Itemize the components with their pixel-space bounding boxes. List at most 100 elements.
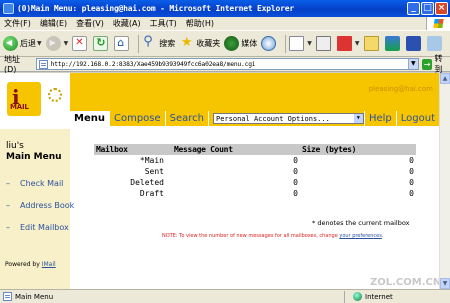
go-label: 转到 <box>434 54 443 74</box>
current-mailbox-note: * denotes the current mailbox <box>312 219 410 227</box>
menu-view[interactable]: 查看(V) <box>76 18 104 29</box>
refresh-button[interactable] <box>93 36 110 51</box>
go-button[interactable]: → 转到 <box>421 53 450 75</box>
search-icon <box>142 34 157 51</box>
print-icon <box>315 36 331 51</box>
research-icon <box>405 36 421 51</box>
edit-dropdown-icon[interactable]: ▼ <box>355 40 360 47</box>
folder-button[interactable] <box>363 36 381 51</box>
menu-help[interactable]: 帮助(H) <box>186 18 214 29</box>
column-header-message-count: Message Count <box>172 144 300 155</box>
mailbox-name[interactable]: *Main <box>94 155 172 166</box>
watermark: ZOL.COM.CN <box>370 277 439 288</box>
address-bar: 地址(D) http://192.168.0.2:8383/Xae459b939… <box>0 54 450 74</box>
favorites-button[interactable]: ★ 收藏夹 <box>179 36 220 51</box>
stop-button[interactable] <box>72 36 89 51</box>
address-url[interactable]: http://192.168.0.2:8383/Xae459b9393949fc… <box>51 61 408 68</box>
scroll-up-icon[interactable]: ▲ <box>440 73 450 84</box>
logo-text: MAIL <box>10 103 29 111</box>
logo-area: i MAIL <box>0 73 70 129</box>
address-label: 地址(D) <box>4 55 20 74</box>
mailbox-name[interactable]: Draft <box>94 188 172 199</box>
tab-search[interactable]: Search <box>165 111 210 126</box>
bullet-dash: – <box>6 179 10 188</box>
mail-dropdown-icon[interactable]: ▼ <box>307 40 312 47</box>
history-button[interactable] <box>261 36 278 51</box>
edit-button[interactable]: ▼ <box>336 36 360 51</box>
forward-dropdown-icon[interactable]: ▼ <box>64 40 69 47</box>
history-icon <box>261 36 277 51</box>
home-button[interactable] <box>114 36 131 51</box>
imail-link[interactable]: IMail <box>42 261 56 268</box>
tab-menu[interactable]: Menu <box>70 111 110 126</box>
mailbox-name[interactable]: Deleted <box>94 177 172 188</box>
scroll-down-icon[interactable]: ▼ <box>440 278 450 289</box>
search-button[interactable]: 搜索 <box>142 34 176 51</box>
table-row[interactable]: Draft 0 0 <box>94 188 416 199</box>
table-row[interactable]: *Main 0 0 <box>94 155 416 166</box>
page-content: i MAIL pleasing@hai.com Menu Compose Sea… <box>0 73 439 289</box>
message-count: 0 <box>293 178 298 187</box>
extra-button[interactable] <box>426 36 444 51</box>
mail-icon <box>289 36 305 51</box>
message-count: 0 <box>293 189 298 198</box>
vertical-scrollbar[interactable]: ▲ ▼ <box>439 73 450 289</box>
mailbox-size: 0 <box>409 167 414 176</box>
note-suffix: . <box>381 233 384 239</box>
edit-icon <box>336 36 352 51</box>
back-button[interactable]: 后退 ▼ <box>3 36 42 51</box>
header-band: pleasing@hai.com <box>70 73 439 111</box>
security-zone: Internet <box>345 292 393 301</box>
window-title-bar: (0)Main Menu: pleasing@hai.com - Microso… <box>0 0 450 17</box>
mailbox-name[interactable]: Sent <box>94 166 172 177</box>
tab-logout[interactable]: Logout <box>395 111 439 126</box>
back-label: 后退 <box>20 39 36 48</box>
table-row[interactable]: Deleted 0 0 <box>94 177 416 188</box>
powered-by: Powered by IMail <box>5 261 56 268</box>
toolbar-separator <box>138 34 140 53</box>
address-dropdown-icon[interactable]: ▼ <box>407 59 418 69</box>
media-icon <box>224 36 240 51</box>
bullet-dash: – <box>6 201 10 210</box>
internet-globe-icon <box>353 292 362 301</box>
chevron-down-icon: ▼ <box>353 114 363 123</box>
address-input[interactable]: http://192.168.0.2:8383/Xae459b9393949fc… <box>35 58 419 70</box>
close-button[interactable]: × <box>435 2 448 15</box>
window-title: (0)Main Menu: pleasing@hai.com - Microso… <box>17 4 294 13</box>
message-count: 0 <box>293 167 298 176</box>
page-icon <box>38 59 48 69</box>
sidebar-item-address-book[interactable]: – Address Book <box>6 201 74 211</box>
toolbar-separator <box>285 34 287 53</box>
menu-edit[interactable]: 编辑(E) <box>40 18 67 29</box>
menu-favorites[interactable]: 收藏(A) <box>113 18 141 29</box>
media-button[interactable]: 媒体 <box>224 36 257 51</box>
column-header-size: Size (bytes) <box>300 144 416 155</box>
forward-button[interactable]: ▼ <box>45 36 69 51</box>
search-label: 搜索 <box>159 39 176 48</box>
status-message: Main Menu <box>0 290 345 303</box>
minimize-button[interactable]: _ <box>407 2 420 15</box>
tab-compose[interactable]: Compose <box>109 111 166 126</box>
windows-logo <box>426 17 450 30</box>
nav-bar: Menu Compose Search Personal Account Opt… <box>70 111 439 126</box>
maximize-button[interactable]: □ <box>421 2 434 15</box>
preferences-note: NOTE: To view the number of new messages… <box>162 233 383 239</box>
sidebar-item-label: Address Book <box>20 201 75 210</box>
powered-by-label: Powered by <box>5 261 40 268</box>
sidebar-item-check-mail[interactable]: – Check Mail <box>6 179 63 189</box>
zone-label: Internet <box>365 292 393 301</box>
menu-file[interactable]: 文件(F) <box>4 18 31 29</box>
favorites-star-icon: ★ <box>180 35 193 50</box>
mail-button[interactable]: ▼ <box>289 36 312 51</box>
back-dropdown-icon[interactable]: ▼ <box>37 40 42 47</box>
account-options-select[interactable]: Personal Account Options... ▼ <box>213 113 364 124</box>
print-button[interactable] <box>315 36 333 51</box>
table-row[interactable]: Sent 0 0 <box>94 166 416 177</box>
messenger-button[interactable] <box>384 36 402 51</box>
sidebar-item-edit-mailbox[interactable]: – Edit Mailbox <box>6 223 69 233</box>
research-button[interactable] <box>405 36 423 51</box>
tab-help[interactable]: Help <box>363 111 396 126</box>
menu-tools[interactable]: 工具(T) <box>150 18 177 29</box>
sidebar-title: liu's Main Menu <box>6 141 62 163</box>
preferences-link[interactable]: your preferences <box>339 233 382 239</box>
